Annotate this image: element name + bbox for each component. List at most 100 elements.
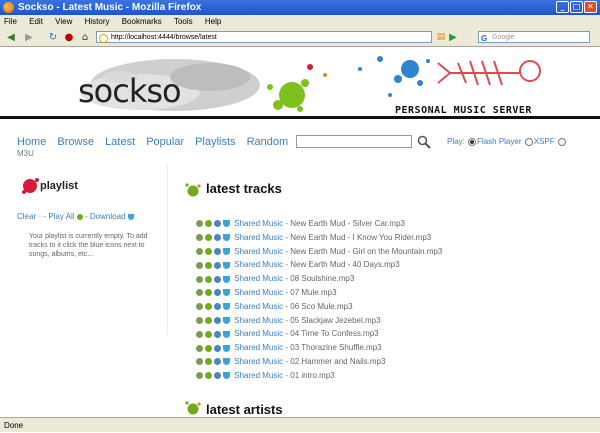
track-artist-link[interactable]: Shared Music — [234, 371, 283, 380]
add-to-playlist-icon[interactable] — [214, 330, 221, 338]
nav-browse[interactable]: Browse — [57, 136, 94, 148]
latest-tracks-list: Shared Music - New Earth Mud - Silver Ca… — [196, 217, 576, 383]
download-icon[interactable] — [223, 275, 230, 283]
info-icon[interactable] — [196, 289, 203, 297]
info-icon[interactable] — [196, 275, 203, 283]
rss-icon[interactable]: ▤ — [436, 31, 446, 44]
back-button[interactable]: ◀ — [3, 31, 19, 44]
track-artist-link[interactable]: Shared Music — [234, 219, 283, 228]
play-icon[interactable] — [205, 316, 212, 324]
info-icon[interactable] — [196, 316, 203, 324]
nav-playlists[interactable]: Playlists — [195, 136, 235, 148]
play-icon[interactable] — [205, 358, 212, 366]
play-icon[interactable] — [205, 372, 212, 380]
menu-edit[interactable]: Edit — [29, 17, 43, 26]
download-icon[interactable] — [223, 289, 230, 297]
menu-bookmarks[interactable]: Bookmarks — [122, 17, 162, 26]
menu-file[interactable]: File — [4, 17, 17, 26]
status-bar: Done — [0, 417, 600, 432]
add-to-playlist-icon[interactable] — [214, 303, 221, 311]
info-icon[interactable] — [196, 330, 203, 338]
track-artist-link[interactable]: Shared Music — [234, 247, 283, 256]
play-icon[interactable] — [205, 220, 212, 228]
play-icon[interactable] — [205, 261, 212, 269]
nav-random[interactable]: Random — [247, 136, 289, 148]
play-icon[interactable] — [205, 234, 212, 242]
info-icon[interactable] — [196, 234, 203, 242]
track-artist-link[interactable]: Shared Music — [234, 357, 283, 366]
download-icon[interactable] — [223, 234, 230, 242]
track-row: Shared Music - 02 Hammer and Nails.mp3 — [196, 355, 576, 369]
download-icon[interactable] — [223, 303, 230, 311]
nav-latest[interactable]: Latest — [105, 136, 135, 148]
go-button[interactable]: ▶ — [448, 31, 458, 44]
download-icon[interactable] — [223, 261, 230, 269]
play-all-link[interactable]: Play All — [48, 212, 74, 221]
add-to-playlist-icon[interactable] — [214, 220, 221, 228]
add-to-playlist-icon[interactable] — [214, 358, 221, 366]
xspf-radio[interactable] — [524, 137, 533, 146]
menu-tools[interactable]: Tools — [174, 17, 193, 26]
play-icon[interactable] — [205, 344, 212, 352]
home-icon[interactable]: ⌂ — [78, 31, 92, 44]
track-name: 06 Sco Mule.mp3 — [290, 301, 353, 311]
download-icon[interactable] — [223, 316, 230, 324]
forward-button[interactable]: ▶ — [22, 31, 36, 44]
info-icon[interactable] — [196, 247, 203, 255]
add-to-playlist-icon[interactable] — [214, 247, 221, 255]
download-icon[interactable] — [223, 247, 230, 255]
browser-search-input[interactable]: G Google — [478, 31, 590, 43]
add-to-playlist-icon[interactable] — [214, 344, 221, 352]
site-logo[interactable]: sockso — [78, 72, 182, 110]
minimize-button[interactable]: _ — [556, 1, 569, 13]
search-icon[interactable] — [417, 135, 431, 149]
menu-help[interactable]: Help — [205, 17, 221, 26]
download-icon[interactable] — [223, 330, 230, 338]
add-to-playlist-icon[interactable] — [214, 234, 221, 242]
track-artist-link[interactable]: Shared Music — [234, 343, 283, 352]
download-icon[interactable] — [223, 372, 230, 380]
info-icon[interactable] — [196, 344, 203, 352]
play-icon[interactable] — [205, 303, 212, 311]
track-artist-link[interactable]: Shared Music — [234, 316, 283, 325]
add-to-playlist-icon[interactable] — [214, 316, 221, 324]
download-icon[interactable] — [223, 344, 230, 352]
info-icon[interactable] — [196, 372, 203, 380]
add-to-playlist-icon[interactable] — [214, 372, 221, 380]
download-link[interactable]: Download — [90, 212, 126, 221]
track-artist-link[interactable]: Shared Music — [234, 274, 283, 283]
track-artist-link[interactable]: Shared Music — [234, 302, 283, 311]
close-button[interactable]: ✕ — [584, 1, 597, 13]
play-icon[interactable] — [205, 275, 212, 283]
latest-artists-title: latest artists — [206, 402, 283, 417]
download-icon[interactable] — [223, 358, 230, 366]
clear-link[interactable]: Clear — [17, 212, 36, 221]
download-icon[interactable] — [223, 220, 230, 228]
play-icon[interactable] — [205, 247, 212, 255]
stop-icon[interactable]: ● — [62, 31, 76, 44]
info-icon[interactable] — [196, 261, 203, 269]
address-bar[interactable]: http://localhost:4444/browse/latest — [96, 31, 432, 43]
m3u-radio[interactable] — [557, 137, 566, 146]
track-name: 01 intro.mp3 — [290, 370, 335, 380]
menu-view[interactable]: View — [55, 17, 72, 26]
menu-history[interactable]: History — [85, 17, 110, 26]
maximize-button[interactable]: □ — [570, 1, 583, 13]
flash-player-radio[interactable] — [468, 137, 477, 146]
track-artist-link[interactable]: Shared Music — [234, 288, 283, 297]
track-artist-link[interactable]: Shared Music — [234, 329, 283, 338]
nav-home[interactable]: Home — [17, 136, 46, 148]
info-icon[interactable] — [196, 303, 203, 311]
track-artist-link[interactable]: Shared Music — [234, 233, 283, 242]
add-to-playlist-icon[interactable] — [214, 289, 221, 297]
add-to-playlist-icon[interactable] — [214, 275, 221, 283]
track-artist-link[interactable]: Shared Music — [234, 260, 283, 269]
reload-icon[interactable]: ↻ — [46, 31, 60, 44]
info-icon[interactable] — [196, 358, 203, 366]
add-to-playlist-icon[interactable] — [214, 261, 221, 269]
play-icon[interactable] — [205, 289, 212, 297]
nav-popular[interactable]: Popular — [146, 136, 184, 148]
site-search-input[interactable] — [296, 135, 412, 148]
play-icon[interactable] — [205, 330, 212, 338]
info-icon[interactable] — [196, 220, 203, 228]
